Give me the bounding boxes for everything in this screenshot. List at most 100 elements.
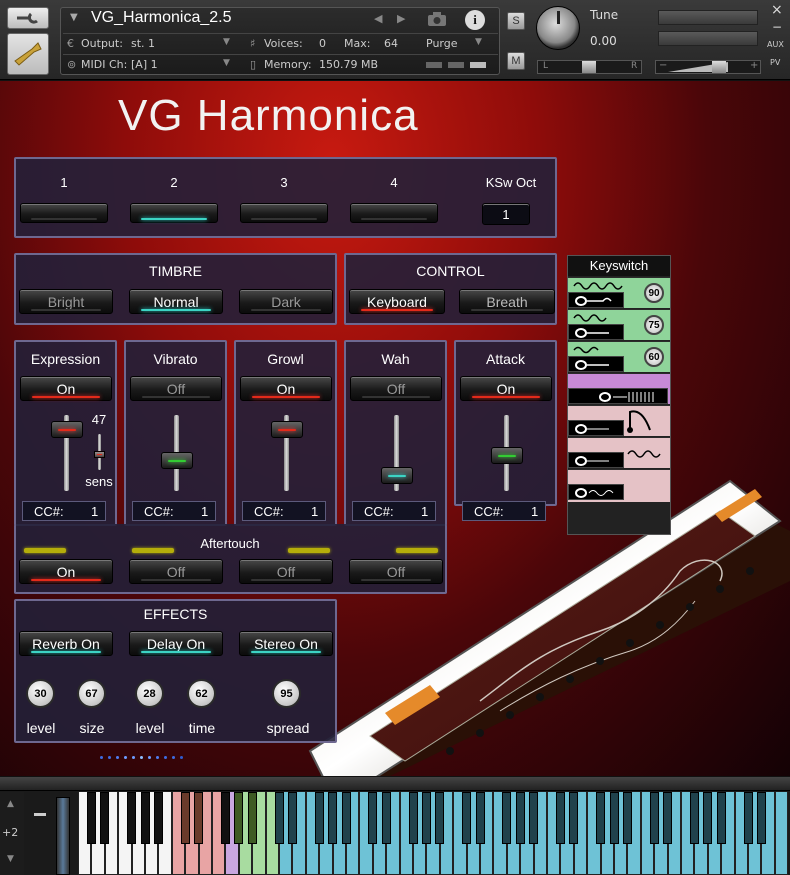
vibrato-slider-handle[interactable] bbox=[161, 452, 193, 470]
black-key[interactable] bbox=[569, 792, 579, 844]
black-key[interactable] bbox=[689, 792, 699, 844]
black-key[interactable] bbox=[194, 792, 204, 844]
wah-cc-field[interactable]: CC#: 1 bbox=[352, 501, 436, 521]
dropdown-arrow-icon[interactable]: ▼ bbox=[70, 12, 78, 23]
aux-button[interactable]: AUX bbox=[767, 40, 784, 49]
black-key[interactable] bbox=[247, 792, 257, 844]
aftertouch-growl-button[interactable]: Off bbox=[239, 559, 333, 584]
black-key[interactable] bbox=[462, 792, 472, 844]
keyswitch-row[interactable] bbox=[568, 405, 670, 436]
black-key[interactable] bbox=[341, 792, 351, 844]
black-key[interactable] bbox=[743, 792, 753, 844]
black-key[interactable] bbox=[408, 792, 418, 844]
tune-knob[interactable] bbox=[536, 6, 580, 50]
pan-slider[interactable]: L R bbox=[537, 60, 642, 74]
black-key[interactable] bbox=[86, 792, 96, 844]
keyswitch-button-2[interactable] bbox=[130, 203, 218, 223]
keyswitch-button-3[interactable] bbox=[240, 203, 328, 223]
black-key[interactable] bbox=[100, 792, 110, 844]
pv-button[interactable]: PV bbox=[770, 58, 780, 67]
midi-dropdown-icon[interactable]: ▼ bbox=[223, 58, 230, 68]
prev-instrument-icon[interactable]: ◀ bbox=[374, 12, 382, 25]
black-key[interactable] bbox=[140, 792, 150, 844]
black-key[interactable] bbox=[716, 792, 726, 844]
minimize-button[interactable]: − bbox=[772, 20, 782, 34]
expression-slider-handle[interactable] bbox=[51, 420, 83, 438]
expression-toggle-button[interactable]: On bbox=[20, 376, 112, 401]
black-key[interactable] bbox=[180, 792, 190, 844]
control-keyboard-button[interactable]: Keyboard bbox=[349, 289, 445, 314]
output-dropdown-icon[interactable]: ▼ bbox=[223, 37, 230, 47]
black-key[interactable] bbox=[287, 792, 297, 844]
ksw-oct-value[interactable]: 1 bbox=[482, 203, 530, 225]
sens-slider-handle[interactable] bbox=[94, 451, 105, 458]
black-key[interactable] bbox=[649, 792, 659, 844]
black-key[interactable] bbox=[328, 792, 338, 844]
keyswitch-velocity-60[interactable]: 60 bbox=[644, 347, 664, 367]
black-key[interactable] bbox=[609, 792, 619, 844]
black-key[interactable] bbox=[475, 792, 485, 844]
attack-toggle-button[interactable]: On bbox=[460, 376, 552, 401]
black-key[interactable] bbox=[529, 792, 539, 844]
delay-time-knob[interactable]: 62 bbox=[187, 679, 216, 708]
instrument-name[interactable]: VG_Harmonica_2.5 bbox=[91, 9, 232, 27]
black-key[interactable] bbox=[153, 792, 163, 844]
black-key[interactable] bbox=[555, 792, 565, 844]
keyswitch-button-1[interactable] bbox=[20, 203, 108, 223]
wah-toggle-button[interactable]: Off bbox=[350, 376, 442, 401]
black-key[interactable] bbox=[663, 792, 673, 844]
black-key[interactable] bbox=[756, 792, 766, 844]
info-icon[interactable]: i bbox=[465, 10, 485, 30]
aftertouch-vibrato-button[interactable]: Off bbox=[129, 559, 223, 584]
reverb-toggle-button[interactable]: Reverb On bbox=[19, 631, 113, 656]
black-key[interactable] bbox=[502, 792, 512, 844]
black-key[interactable] bbox=[435, 792, 445, 844]
expression-cc-field[interactable]: CC#: 1 bbox=[22, 501, 106, 521]
black-key[interactable] bbox=[596, 792, 606, 844]
black-key[interactable] bbox=[703, 792, 713, 844]
solo-button[interactable]: S bbox=[507, 12, 525, 30]
stereo-toggle-button[interactable]: Stereo On bbox=[239, 631, 333, 656]
max-voices-value[interactable]: 64 bbox=[384, 37, 398, 50]
black-key[interactable] bbox=[220, 792, 230, 844]
stereo-spread-knob[interactable]: 95 bbox=[272, 679, 301, 708]
black-key[interactable] bbox=[381, 792, 391, 844]
keyswitch-velocity-75[interactable]: 75 bbox=[644, 315, 664, 335]
timbre-bright-button[interactable]: Bright bbox=[19, 289, 113, 314]
black-key[interactable] bbox=[127, 792, 137, 844]
reverb-level-knob[interactable]: 30 bbox=[26, 679, 55, 708]
black-key[interactable] bbox=[274, 792, 284, 844]
wah-slider-handle[interactable] bbox=[381, 466, 413, 484]
keyswitch-row[interactable]: 90 bbox=[568, 277, 670, 308]
keyswitch-row[interactable] bbox=[568, 437, 670, 468]
black-key[interactable] bbox=[421, 792, 431, 844]
black-key[interactable] bbox=[515, 792, 525, 844]
volume-slider[interactable]: − + bbox=[655, 60, 761, 74]
close-button[interactable]: × bbox=[771, 2, 783, 18]
pan-handle[interactable] bbox=[582, 61, 596, 73]
attack-cc-field[interactable]: CC#: 1 bbox=[462, 501, 546, 521]
purge-button[interactable]: Purge bbox=[426, 37, 458, 50]
growl-toggle-button[interactable]: On bbox=[240, 376, 332, 401]
octave-up-icon[interactable]: ▲ bbox=[7, 799, 14, 809]
black-key[interactable] bbox=[234, 792, 244, 844]
aftertouch-expression-button[interactable]: On bbox=[19, 559, 113, 584]
keyswitch-row[interactable] bbox=[568, 469, 670, 502]
vibrato-cc-field[interactable]: CC#: 1 bbox=[132, 501, 216, 521]
midi-channel-value[interactable]: [A] 1 bbox=[131, 58, 158, 71]
delay-level-knob[interactable]: 28 bbox=[135, 679, 164, 708]
reverb-size-knob[interactable]: 67 bbox=[77, 679, 106, 708]
next-instrument-icon[interactable]: ▶ bbox=[397, 12, 405, 25]
vibrato-toggle-button[interactable]: Off bbox=[130, 376, 222, 401]
growl-slider-handle[interactable] bbox=[271, 420, 303, 438]
octave-down-icon[interactable]: ▼ bbox=[7, 854, 14, 864]
black-key[interactable] bbox=[314, 792, 324, 844]
growl-cc-field[interactable]: CC#: 1 bbox=[242, 501, 326, 521]
white-key[interactable] bbox=[774, 792, 789, 875]
mod-wheel[interactable] bbox=[56, 797, 70, 875]
keyswitch-velocity-90[interactable]: 90 bbox=[644, 283, 664, 303]
keyswitch-button-4[interactable] bbox=[350, 203, 438, 223]
keyswitch-row[interactable] bbox=[568, 373, 670, 404]
keyswitch-row[interactable]: 75 bbox=[568, 309, 670, 340]
attack-slider-handle[interactable] bbox=[491, 447, 523, 465]
